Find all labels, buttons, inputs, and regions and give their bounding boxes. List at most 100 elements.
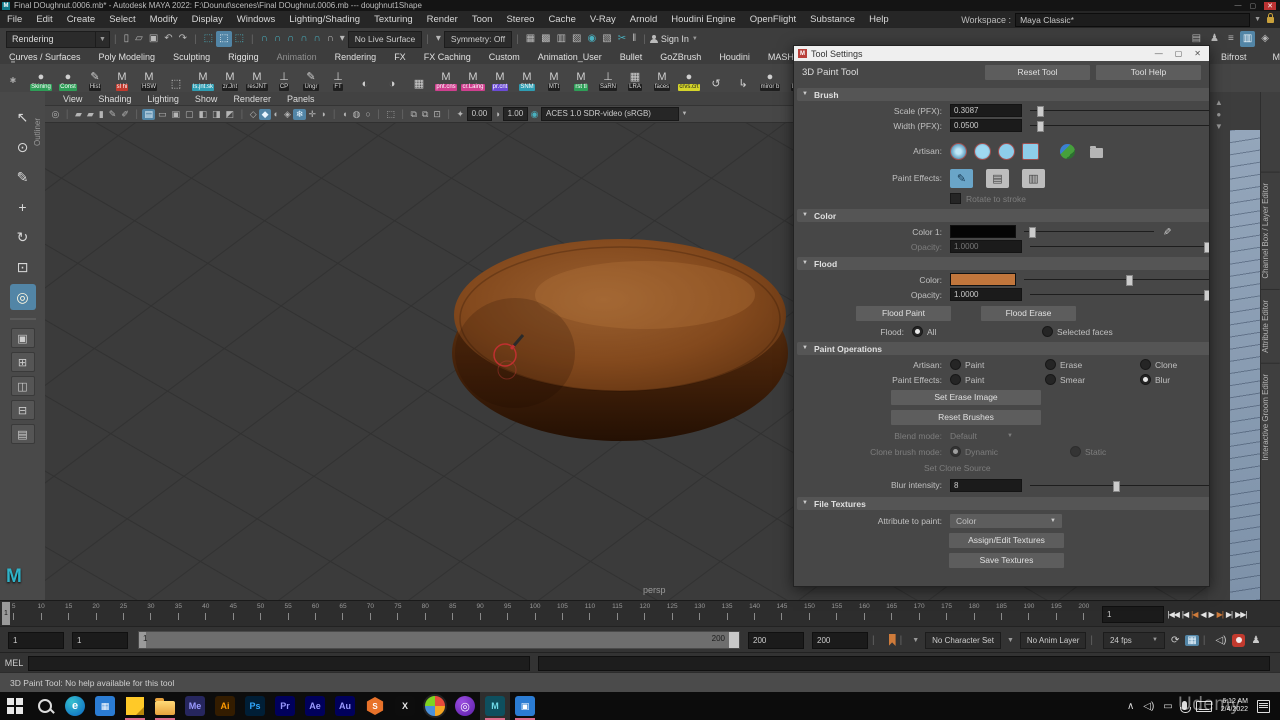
animation-start-field[interactable]: 1	[8, 632, 64, 649]
snap-view-plane-icon[interactable]: ∩	[310, 31, 323, 47]
timeline-frame-170[interactable]: 170	[905, 601, 932, 627]
timeline-frame-20[interactable]: 20	[82, 601, 109, 627]
wireframe-mode-icon[interactable]: ▤	[142, 109, 156, 120]
timeline-frame-45[interactable]: 45	[220, 601, 247, 627]
render-current-frame-icon[interactable]: ▩	[538, 31, 553, 47]
menu-select[interactable]: Select	[102, 14, 142, 25]
maya[interactable]: M	[480, 692, 510, 720]
screenshot-icon[interactable]: ⊡	[431, 109, 444, 120]
snap-point-icon[interactable]: ∩	[284, 31, 297, 47]
menu-cache[interactable]: Cache	[541, 14, 582, 25]
animation-end-field[interactable]: 200	[812, 632, 868, 649]
menu-set-arrow-icon[interactable]: ▼	[96, 31, 110, 48]
timeline-frame-15[interactable]: 15	[55, 601, 82, 627]
color1-slider[interactable]	[1024, 226, 1154, 237]
playback-end-field[interactable]: 200	[748, 632, 804, 649]
snap-projected-center-icon[interactable]: ∩	[297, 31, 310, 47]
eyedropper-icon[interactable]: ✎	[1161, 227, 1172, 235]
shelf-item-rst-tl[interactable]: Mrst tl	[568, 65, 594, 91]
menu-file[interactable]: File	[0, 14, 29, 25]
two-pane-side-layout-button[interactable]: ◫	[11, 376, 35, 396]
shelf-item-ls-jnt-sk[interactable]: Mls.jnt.sk	[190, 65, 216, 91]
select-camera-icon[interactable]: ◎	[49, 109, 62, 120]
flood-opacity-field[interactable]: 1.0000	[950, 288, 1022, 301]
record-icon[interactable]	[1232, 634, 1245, 647]
time-slider[interactable]: 1 51015202530354045505560657075808590951…	[0, 600, 1280, 627]
play-backwards-button[interactable]: ◀	[1199, 610, 1207, 619]
paint-select-tool-icon[interactable]: ✎	[10, 164, 36, 190]
shelf-item-const[interactable]: ●Const	[55, 65, 81, 91]
brush-section-header[interactable]: Brush	[797, 88, 1209, 101]
gate-mask-icon[interactable]: ◗	[318, 109, 328, 119]
open-scene-icon[interactable]: ▱	[132, 31, 146, 47]
shelf-item-pr-cnt[interactable]: Mpr.cnt	[487, 65, 513, 91]
shelf-scroll-down-icon[interactable]: ▼	[1215, 122, 1223, 131]
holdouts-icon[interactable]: ⬚	[384, 109, 398, 120]
shelf-item-pnt-cns[interactable]: Mpnt.cns	[433, 65, 459, 91]
shelf-item-cp[interactable]: ⊥CP	[271, 65, 297, 91]
timeline-frame-200[interactable]: 200	[1070, 601, 1097, 627]
make-live-icon[interactable]: ∩	[324, 31, 337, 47]
view-transform-dropdown[interactable]: ACES 1.0 SDR-video (sRGB)	[541, 107, 679, 121]
pfx-smear-radio[interactable]	[1045, 374, 1056, 385]
timeline-frame-105[interactable]: 105	[549, 601, 576, 627]
snap-curve-icon[interactable]: ∩	[271, 31, 284, 47]
menu-toon[interactable]: Toon	[465, 14, 500, 25]
blur-intensity-slider[interactable]	[1030, 480, 1209, 491]
timeline-frame-150[interactable]: 150	[796, 601, 823, 627]
xray-icon[interactable]: ◇	[247, 109, 259, 120]
flood-section-header[interactable]: Flood	[797, 257, 1209, 270]
menu-create[interactable]: Create	[60, 14, 103, 25]
shelf-tab-poly-modeling[interactable]: Poly Modeling	[90, 51, 165, 64]
viewport-menu-renderer[interactable]: Renderer	[225, 94, 279, 104]
brush-can-icon[interactable]: ▥	[1022, 169, 1045, 188]
select-object-icon[interactable]: ⬚	[216, 31, 231, 47]
viewport-menu-view[interactable]: View	[55, 94, 90, 104]
shelf-item-ft[interactable]: ⊥FT	[325, 65, 351, 91]
timeline-frame-135[interactable]: 135	[713, 601, 740, 627]
timeline-frame-65[interactable]: 65	[329, 601, 356, 627]
width-slider[interactable]	[1030, 120, 1209, 131]
timeline-frame-165[interactable]: 165	[878, 601, 905, 627]
timeline-frame-125[interactable]: 125	[659, 601, 686, 627]
timeline-frame-175[interactable]: 175	[933, 601, 960, 627]
new-scene-icon[interactable]: ▯	[121, 31, 133, 47]
sidebar-tab-channel-box-layer-editor[interactable]: Channel Box / Layer Editor	[1261, 172, 1280, 289]
premiere-pro[interactable]: Pr	[270, 692, 300, 720]
channel-box-toggle-icon[interactable]: ▥	[1240, 31, 1255, 47]
sign-in-button[interactable]: Sign In ▼	[650, 34, 698, 44]
textured-mode-icon[interactable]: ▣	[169, 109, 183, 120]
shelf-scroll-up-icon[interactable]: ▲	[1215, 98, 1223, 107]
save-textures-button[interactable]: Save Textures	[949, 553, 1064, 568]
timeline-frame-160[interactable]: 160	[851, 601, 878, 627]
symmetry-field[interactable]: Symmetry: Off	[444, 31, 512, 48]
anim-layer-dropdown[interactable]: No Anim Layer	[1020, 632, 1086, 649]
search-button[interactable]	[30, 692, 60, 720]
scale-tool-icon[interactable]: ⊡	[10, 254, 36, 280]
shelf-item-miror-b[interactable]: ●miror b	[757, 65, 783, 91]
attribute-editor-toggle-icon[interactable]: ≡	[1225, 31, 1237, 47]
fps-dropdown[interactable]: 24 fps▼	[1103, 632, 1165, 649]
xray-active-icon[interactable]: ◐	[271, 109, 281, 119]
xray-joints-icon[interactable]: ◆	[259, 109, 271, 120]
edge-browser[interactable]: e	[60, 692, 90, 720]
attribute-to-paint-dropdown[interactable]: Color▼	[950, 514, 1062, 528]
timeline-frame-10[interactable]: 10	[27, 601, 54, 627]
tool-settings-close-icon[interactable]: ✕	[1194, 49, 1201, 58]
timeline-frame-80[interactable]: 80	[412, 601, 439, 627]
menu-substance[interactable]: Substance	[803, 14, 862, 25]
select-component-icon[interactable]: ⬚	[232, 31, 247, 47]
pause-viewport-icon[interactable]: ‖	[629, 31, 639, 47]
timeline-frame-50[interactable]: 50	[247, 601, 274, 627]
render-view-icon[interactable]: ▦	[523, 31, 538, 47]
color-opacity-slider[interactable]	[1030, 241, 1209, 252]
artisan-clone-radio[interactable]	[1140, 359, 1151, 370]
shelf-tab-custom[interactable]: Custom	[480, 51, 529, 64]
flood-color-slider[interactable]	[1024, 274, 1209, 285]
sidebar-tab-interactive-groom-editor[interactable]: Interactive Groom Editor	[1261, 363, 1280, 471]
flood-opacity-slider[interactable]	[1030, 289, 1209, 300]
time-slider-ticks[interactable]: 1 51015202530354045505560657075808590951…	[0, 601, 1098, 627]
file-textures-section-header[interactable]: File Textures	[797, 497, 1209, 510]
stamp-brush-icon[interactable]	[1060, 144, 1075, 159]
image-plane-icon[interactable]: ▮	[96, 109, 106, 120]
